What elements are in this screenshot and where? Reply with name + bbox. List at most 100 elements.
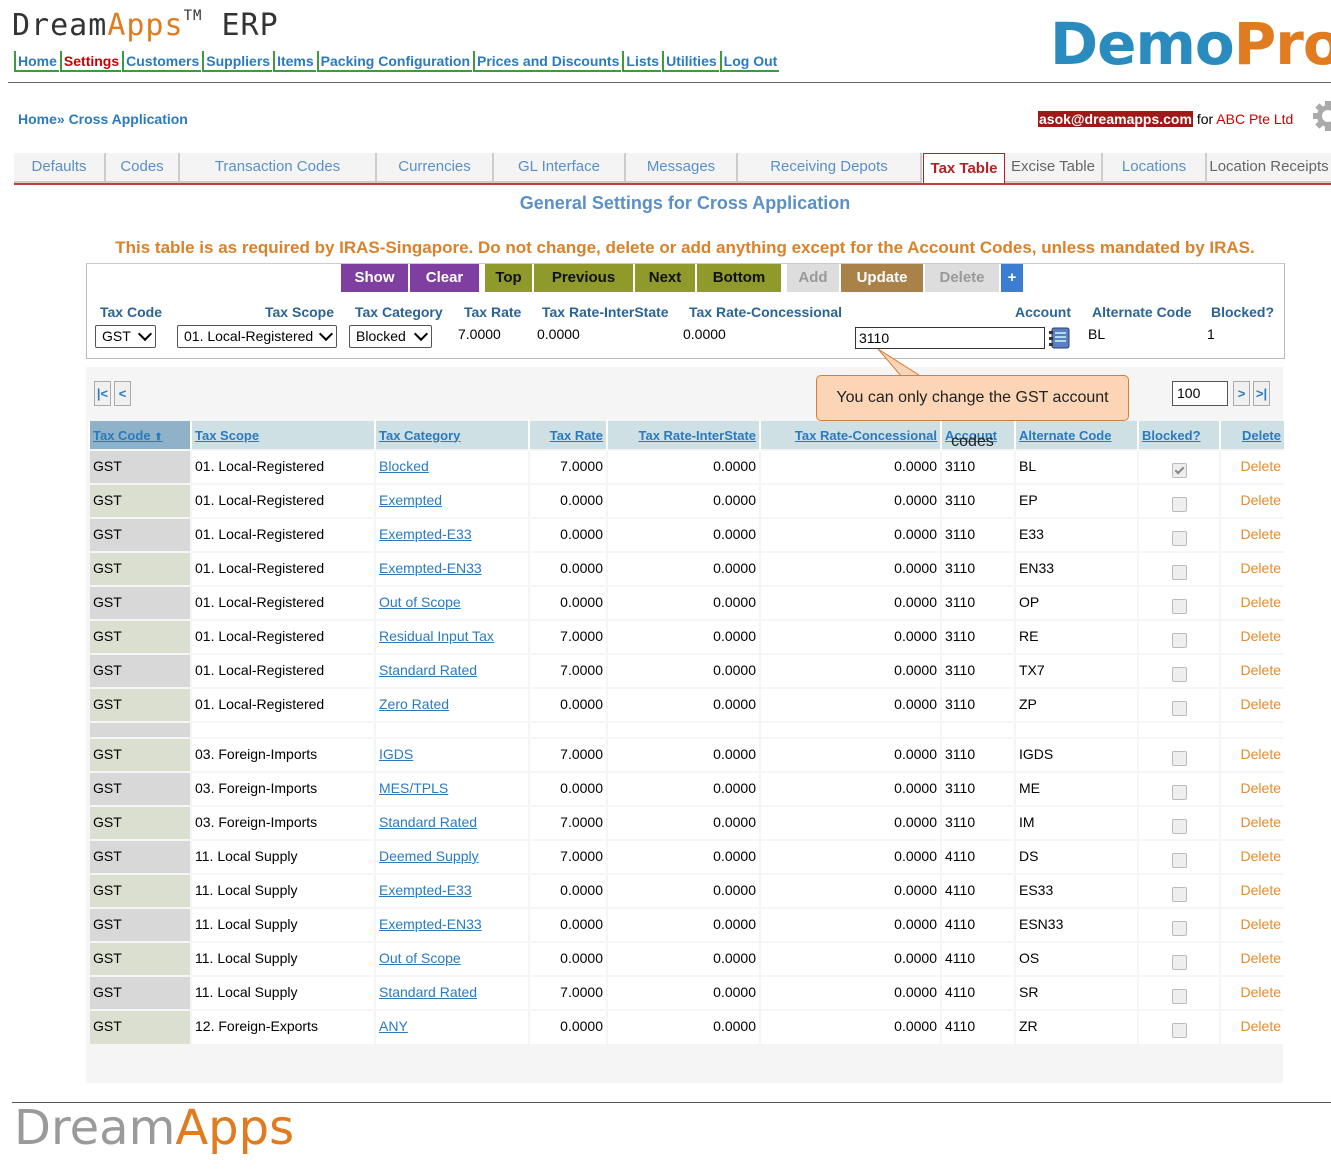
bottom-button[interactable]: Bottom	[697, 264, 781, 292]
previous-page-button[interactable]: <	[114, 381, 131, 406]
nav-prices-and-discounts[interactable]: Prices and Discounts	[473, 51, 622, 72]
row-delete-link[interactable]: Delete	[1219, 619, 1284, 654]
tab-transaction-codes[interactable]: Transaction Codes	[180, 153, 377, 183]
blocked-checkbox[interactable]	[1171, 955, 1187, 970]
add-button[interactable]: Add	[787, 264, 839, 292]
nav-home[interactable]: Home	[14, 51, 59, 72]
row-delete-link[interactable]: Delete	[1219, 839, 1284, 874]
nav-packing-configuration[interactable]: Packing Configuration	[316, 51, 472, 72]
row-delete-link[interactable]: Delete	[1219, 907, 1284, 942]
cell-tax-category-link[interactable]: Exempted	[374, 483, 529, 518]
update-button[interactable]: Update	[841, 264, 923, 292]
col-tax-category[interactable]: Tax Category	[374, 421, 529, 450]
tax-category-select[interactable]: Blocked	[349, 325, 432, 348]
cell-tax-category-link[interactable]: ANY	[374, 1009, 529, 1044]
cell-tax-category-link[interactable]: Zero Rated	[374, 687, 529, 722]
blocked-checkbox[interactable]	[1171, 989, 1187, 1004]
cell-tax-category-link[interactable]: IGDS	[374, 737, 529, 772]
cell-tax-category-link[interactable]: Deemed Supply	[374, 839, 529, 874]
tax-scope-select[interactable]: 01. Local-Registered	[177, 325, 337, 348]
last-page-button[interactable]: >|	[1253, 381, 1270, 406]
blocked-checkbox[interactable]	[1171, 921, 1187, 936]
col-tax-rate-concessional[interactable]: Tax Rate-Concessional	[759, 421, 941, 450]
cell-tax-category-link[interactable]: Standard Rated	[374, 653, 529, 688]
blocked-checkbox[interactable]	[1171, 633, 1187, 648]
breadcrumb[interactable]: Home» Cross Application	[18, 111, 188, 127]
row-delete-link[interactable]: Delete	[1219, 1009, 1284, 1044]
tax-code-select[interactable]: GST	[95, 325, 156, 348]
first-page-button[interactable]: |<	[94, 381, 111, 406]
previous-button[interactable]: Previous	[534, 264, 633, 292]
row-delete-link[interactable]: Delete	[1219, 941, 1284, 976]
tab-messages[interactable]: Messages	[626, 153, 738, 183]
cell-tax-category-link[interactable]: Exempted-E33	[374, 517, 529, 552]
nav-lists[interactable]: Lists	[622, 51, 662, 72]
nav-log-out[interactable]: Log Out	[719, 51, 780, 72]
blocked-checkbox[interactable]	[1171, 785, 1187, 800]
col-tax-scope[interactable]: Tax Scope	[190, 421, 375, 450]
nav-suppliers[interactable]: Suppliers	[202, 51, 273, 72]
nav-utilities[interactable]: Utilities	[662, 51, 719, 72]
col-delete[interactable]: Delete	[1219, 421, 1284, 450]
blocked-checkbox[interactable]	[1171, 819, 1187, 834]
tab-currencies[interactable]: Currencies	[377, 153, 494, 183]
col-blocked[interactable]: Blocked?	[1137, 421, 1220, 450]
col-tax-code[interactable]: Tax Code ⬆	[88, 421, 191, 450]
row-delete-link[interactable]: Delete	[1219, 517, 1284, 552]
cell-tax-category-link[interactable]: Exempted-EN33	[374, 551, 529, 586]
cell-tax-category-link[interactable]: Blocked	[374, 449, 529, 484]
top-button[interactable]: Top	[485, 264, 532, 292]
col-alternate-code[interactable]: Alternate Code	[1014, 421, 1138, 450]
show-button[interactable]: Show	[341, 264, 408, 292]
row-delete-link[interactable]: Delete	[1219, 771, 1284, 806]
nav-items[interactable]: Items	[273, 51, 316, 72]
row-delete-link[interactable]: Delete	[1219, 687, 1284, 722]
cell-tax-category-link[interactable]: Out of Scope	[374, 941, 529, 976]
blocked-checkbox[interactable]	[1171, 701, 1187, 716]
tab-defaults[interactable]: Defaults	[14, 153, 106, 183]
blocked-checkbox[interactable]	[1171, 531, 1187, 546]
blocked-checkbox[interactable]	[1171, 1023, 1187, 1038]
blocked-checkbox[interactable]	[1171, 887, 1187, 902]
col-tax-rate[interactable]: Tax Rate	[528, 421, 607, 450]
tab-locations[interactable]: Locations	[1103, 153, 1207, 183]
row-delete-link[interactable]: Delete	[1219, 805, 1284, 840]
add-new-button[interactable]: +	[1001, 264, 1023, 292]
cell-tax-category-link[interactable]: Standard Rated	[374, 805, 529, 840]
tab-codes[interactable]: Codes	[106, 153, 180, 183]
nav-customers[interactable]: Customers	[122, 51, 202, 72]
row-delete-link[interactable]: Delete	[1219, 483, 1284, 518]
delete-button[interactable]: Delete	[925, 264, 999, 292]
row-delete-link[interactable]: Delete	[1219, 585, 1284, 620]
next-button[interactable]: Next	[635, 264, 695, 292]
clear-button[interactable]: Clear	[410, 264, 479, 292]
account-input[interactable]: 3110	[855, 327, 1045, 349]
row-delete-link[interactable]: Delete	[1219, 975, 1284, 1010]
tab-receiving-depots[interactable]: Receiving Depots	[738, 153, 922, 183]
row-delete-link[interactable]: Delete	[1219, 737, 1284, 772]
cell-tax-category-link[interactable]: Exempted-EN33	[374, 907, 529, 942]
blocked-checkbox[interactable]	[1171, 853, 1187, 868]
tab-excise-table[interactable]: Excise Table	[1005, 153, 1103, 183]
cell-tax-category-link[interactable]: Out of Scope	[374, 585, 529, 620]
row-delete-link[interactable]: Delete	[1219, 449, 1284, 484]
next-page-button[interactable]: >	[1233, 381, 1250, 406]
tab-location-receipts[interactable]: Location Receipts	[1207, 153, 1331, 183]
cell-tax-category-link[interactable]: Residual Input Tax	[374, 619, 529, 654]
cell-tax-category-link[interactable]: MES/TPLS	[374, 771, 529, 806]
blocked-checkbox[interactable]	[1171, 565, 1187, 580]
blocked-checkbox[interactable]	[1171, 497, 1187, 512]
blocked-checkbox[interactable]	[1171, 667, 1187, 682]
cell-tax-category-link[interactable]: Exempted-E33	[374, 873, 529, 908]
col-tax-rate-interstate[interactable]: Tax Rate-InterState	[606, 421, 760, 450]
lookup-book-icon[interactable]	[1049, 326, 1071, 350]
cell-tax-category-link[interactable]: Standard Rated	[374, 975, 529, 1010]
row-delete-link[interactable]: Delete	[1219, 551, 1284, 586]
page-size-input[interactable]: 100	[1172, 381, 1228, 406]
blocked-checkbox[interactable]	[1171, 751, 1187, 766]
gear-icon[interactable]	[1306, 96, 1331, 136]
blocked-checkbox[interactable]	[1171, 599, 1187, 614]
blocked-checkbox[interactable]	[1171, 463, 1187, 478]
tab-tax-table[interactable]: Tax Table	[923, 153, 1005, 183]
nav-settings[interactable]: Settings	[59, 51, 122, 72]
